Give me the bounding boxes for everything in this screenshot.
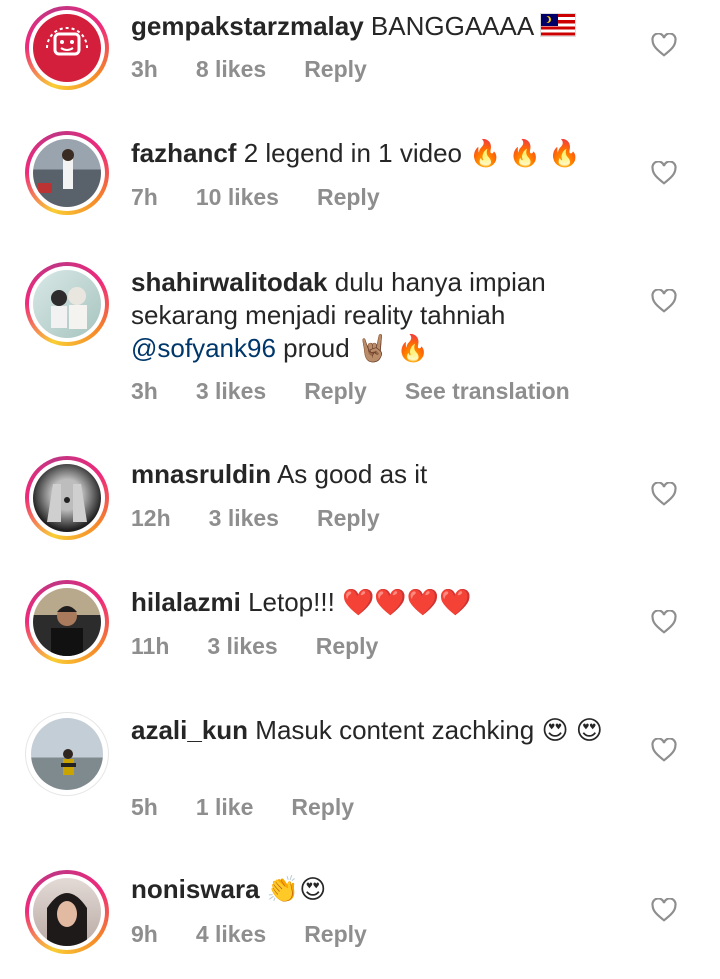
- heart-eyes-emoji: 😍 😍: [541, 715, 603, 745]
- timestamp: 5h: [131, 794, 158, 820]
- timestamp: 9h: [131, 921, 158, 947]
- comment-body: As good as it: [276, 459, 428, 489]
- username[interactable]: hilalazmi: [131, 587, 241, 617]
- likes-count[interactable]: 10 likes: [196, 184, 279, 210]
- avatar[interactable]: [25, 456, 109, 540]
- reply-button[interactable]: Reply: [316, 633, 379, 659]
- heart-emoji: ❤️❤️❤️❤️: [342, 587, 472, 617]
- reply-button[interactable]: Reply: [317, 505, 380, 531]
- comment-meta: 7h 10 likes Reply: [131, 184, 418, 211]
- avatar[interactable]: [25, 131, 109, 215]
- heart-outline-icon[interactable]: [651, 161, 677, 185]
- reply-button[interactable]: Reply: [304, 56, 367, 82]
- comment-meta: 9h 4 likes Reply: [131, 921, 405, 948]
- avatar[interactable]: [25, 262, 109, 346]
- comment-text: fazhancf 2 legend in 1 video 🔥 🔥 🔥: [131, 137, 611, 170]
- emoji: 🤘🏽 🔥: [356, 333, 429, 363]
- reply-button[interactable]: Reply: [304, 378, 367, 404]
- malaysia-flag-icon: [540, 13, 576, 37]
- comment-text: mnasruldin As good as it: [131, 458, 611, 491]
- clap-emoji: 👏😍: [266, 874, 327, 904]
- heart-outline-icon[interactable]: [651, 610, 677, 634]
- heart-outline-icon[interactable]: [651, 898, 677, 922]
- mention-link[interactable]: @sofyank96: [131, 333, 276, 363]
- likes-count[interactable]: 1 like: [196, 794, 254, 820]
- avatar[interactable]: [25, 870, 109, 954]
- likes-count[interactable]: 4 likes: [196, 921, 266, 947]
- heart-outline-icon[interactable]: [651, 482, 677, 506]
- username[interactable]: fazhancf: [131, 138, 236, 168]
- comment-text: gempakstarzmalay BANGGAAAA: [131, 10, 611, 43]
- comment-body: Letop!!!: [248, 587, 335, 617]
- heart-outline-icon[interactable]: [651, 289, 677, 313]
- comment-text: azali_kun Masuk content zachking 😍 😍: [131, 714, 611, 747]
- see-translation-button[interactable]: See translation: [405, 378, 570, 404]
- username[interactable]: noniswara: [131, 874, 260, 904]
- likes-count[interactable]: 3 likes: [207, 633, 277, 659]
- likes-count[interactable]: 3 likes: [196, 378, 266, 404]
- avatar[interactable]: [25, 580, 109, 664]
- comment-text: hilalazmi Letop!!! ❤️❤️❤️❤️: [131, 586, 611, 619]
- comment-meta: 3h 3 likes Reply See translation: [131, 378, 608, 405]
- reply-button[interactable]: Reply: [304, 921, 367, 947]
- comment-meta: 11h 3 likes Reply: [131, 633, 416, 660]
- username[interactable]: gempakstarzmalay: [131, 11, 364, 41]
- comment-meta: 12h 3 likes Reply: [131, 505, 418, 532]
- comment-body-end: proud: [283, 333, 350, 363]
- likes-count[interactable]: 3 likes: [209, 505, 279, 531]
- timestamp: 7h: [131, 184, 158, 210]
- timestamp: 3h: [131, 378, 158, 404]
- likes-count[interactable]: 8 likes: [196, 56, 266, 82]
- username[interactable]: mnasruldin: [131, 459, 271, 489]
- timestamp: 11h: [131, 633, 170, 659]
- comment-text: noniswara 👏😍: [131, 873, 611, 906]
- timestamp: 12h: [131, 505, 171, 531]
- timestamp: 3h: [131, 56, 158, 82]
- heart-outline-icon[interactable]: [651, 738, 677, 762]
- avatar[interactable]: [25, 6, 109, 90]
- comment-text: shahirwalitodak dulu hanya impian sekara…: [131, 266, 611, 365]
- comment-meta: 3h 8 likes Reply: [131, 56, 405, 83]
- fire-emoji: 🔥 🔥 🔥: [469, 138, 581, 168]
- avatar[interactable]: [25, 712, 109, 796]
- reply-button[interactable]: Reply: [291, 794, 354, 820]
- reply-button[interactable]: Reply: [317, 184, 380, 210]
- comment-body: Masuk content zachking: [255, 715, 535, 745]
- username[interactable]: azali_kun: [131, 715, 248, 745]
- username[interactable]: shahirwalitodak: [131, 267, 328, 297]
- comment-body: 2 legend in 1 video: [243, 138, 462, 168]
- heart-outline-icon[interactable]: [651, 33, 677, 57]
- comment-meta: 5h 1 like Reply: [131, 794, 392, 821]
- comment-body: BANGGAAAA: [370, 11, 533, 41]
